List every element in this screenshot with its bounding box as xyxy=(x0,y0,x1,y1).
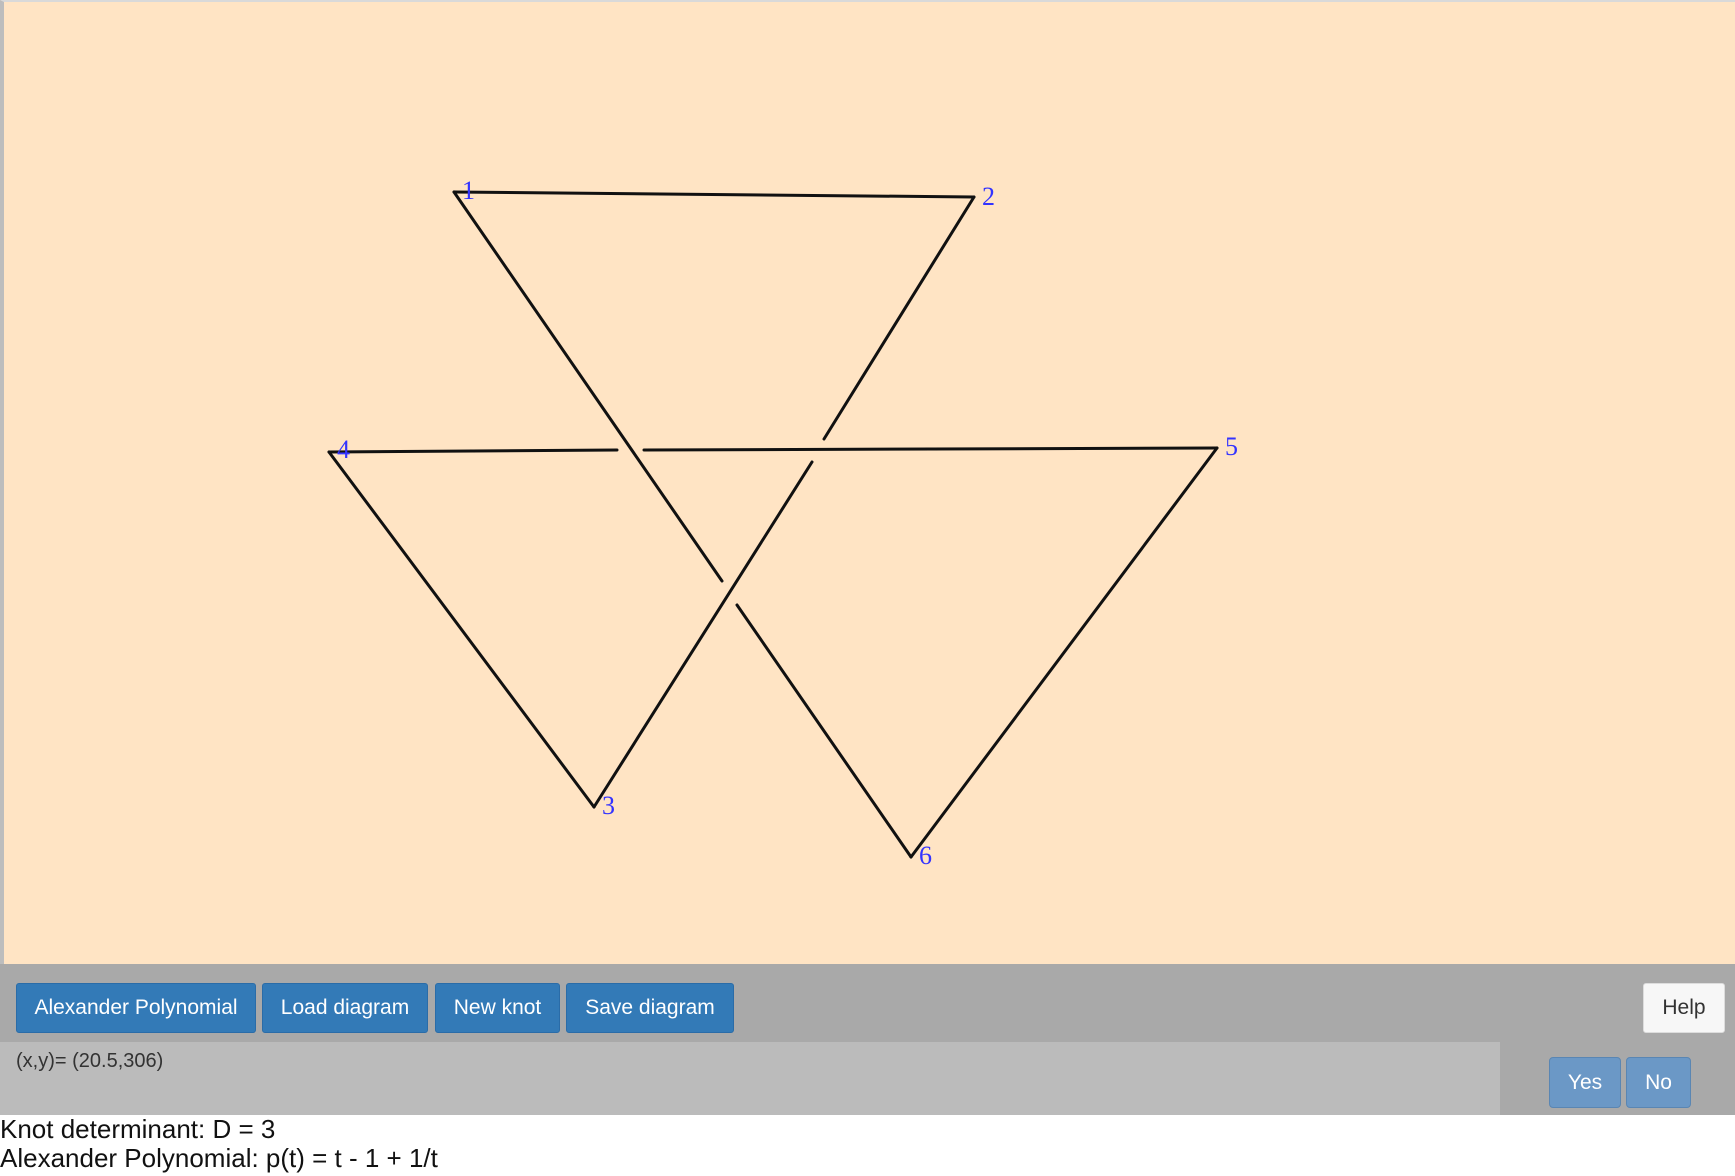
edge-6-1-lower[interactable] xyxy=(735,603,913,859)
alexander-polynomial-text: Alexander Polynomial: p(t) = t - 1 + 1/t xyxy=(0,1143,438,1173)
vertex-label-5: 5 xyxy=(1225,432,1238,461)
knot-determinant-text: Knot determinant: D = 3 xyxy=(0,1114,276,1144)
edge-2-3-lower[interactable] xyxy=(592,460,814,809)
results-panel: Knot determinant: D = 3 Alexander Polyno… xyxy=(0,1115,438,1173)
edge-3-4[interactable] xyxy=(327,450,596,809)
edge-4-5-right[interactable] xyxy=(642,446,1219,452)
vertex-label-3: 3 xyxy=(602,791,615,820)
vertex-label-2: 2 xyxy=(982,182,995,211)
edge-6-1-upper[interactable] xyxy=(452,190,724,583)
edge-2-3-upper[interactable] xyxy=(822,195,976,441)
knot-canvas[interactable]: 1 2 3 4 5 6 xyxy=(0,0,1735,964)
vertex-label-6: 6 xyxy=(919,841,932,870)
edge-4-5-left[interactable] xyxy=(327,448,619,454)
alexander-polynomial-button[interactable]: Alexander Polynomial xyxy=(16,983,256,1033)
toolbar: Alexander Polynomial Load diagram New kn… xyxy=(0,964,1735,1042)
help-button[interactable]: Help xyxy=(1643,983,1725,1033)
edge-1-2[interactable] xyxy=(452,190,976,199)
confirm-area: Yes No xyxy=(1500,1042,1735,1115)
no-button[interactable]: No xyxy=(1626,1057,1691,1108)
edge-5-6[interactable] xyxy=(909,446,1219,859)
yes-button[interactable]: Yes xyxy=(1549,1057,1621,1108)
status-bar: (x,y)= (20.5,306) xyxy=(0,1042,1500,1115)
vertex-label-1: 1 xyxy=(462,176,475,205)
load-diagram-button[interactable]: Load diagram xyxy=(262,983,428,1033)
coordinate-readout: (x,y)= (20.5,306) xyxy=(16,1050,164,1072)
save-diagram-button[interactable]: Save diagram xyxy=(566,983,734,1033)
new-knot-button[interactable]: New knot xyxy=(435,983,560,1033)
knot-diagram[interactable]: 1 2 3 4 5 6 xyxy=(4,2,1735,966)
vertex-label-4: 4 xyxy=(337,435,350,464)
